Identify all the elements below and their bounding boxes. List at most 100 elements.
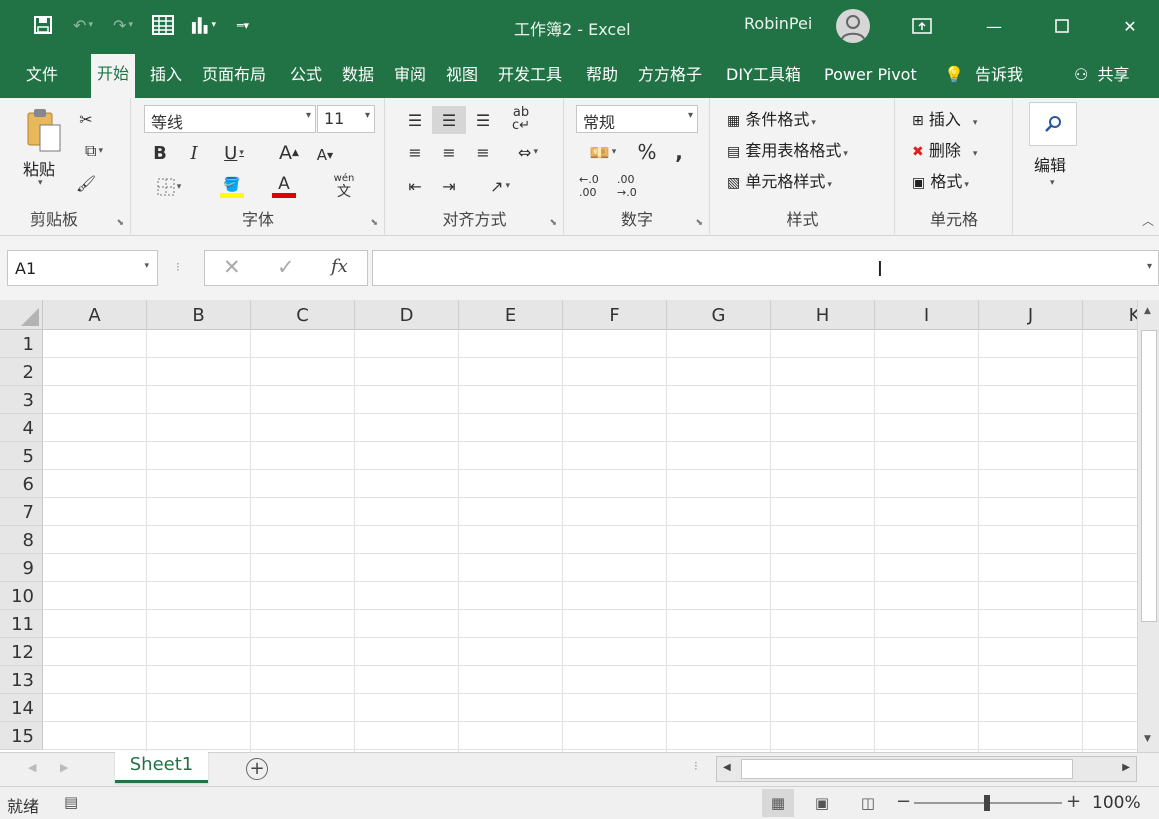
row-header[interactable]: 4 — [0, 414, 43, 442]
row-header[interactable]: 3 — [0, 386, 43, 414]
page-layout-view-icon[interactable]: ▣ — [806, 789, 838, 817]
tab-formulas[interactable]: 公式 — [284, 64, 328, 98]
redo-icon[interactable]: ↷ ▾ — [110, 12, 136, 38]
row-header[interactable]: 2 — [0, 358, 43, 386]
number-launcher-icon[interactable]: ⬊ — [695, 218, 703, 228]
add-sheet-icon[interactable]: + — [246, 758, 268, 780]
row-header[interactable]: 15 — [0, 722, 43, 750]
row-header[interactable]: 1 — [0, 330, 43, 358]
normal-view-icon[interactable]: ▦ — [762, 789, 794, 817]
align-right-icon[interactable]: ≡ — [468, 138, 498, 166]
macro-record-icon[interactable]: ▤ — [64, 793, 78, 811]
maximize-icon[interactable] — [1048, 12, 1076, 40]
align-bottom-icon[interactable]: ☰ — [468, 106, 498, 134]
column-header[interactable]: E — [459, 300, 563, 330]
horizontal-scroll-thumb[interactable] — [741, 759, 1073, 779]
search-icon[interactable] — [1029, 102, 1077, 146]
vertical-scroll-thumb[interactable] — [1141, 330, 1157, 622]
column-header[interactable]: A — [43, 300, 147, 330]
column-header[interactable]: B — [147, 300, 251, 330]
expand-formula-bar-icon[interactable]: ▾ — [1147, 261, 1152, 272]
share-button[interactable]: ⚇ 共享 — [1074, 64, 1129, 86]
bold-icon[interactable]: B — [148, 140, 172, 166]
font-launcher-icon[interactable]: ⬊ — [370, 218, 378, 228]
column-header[interactable]: G — [667, 300, 771, 330]
row-header[interactable]: 5 — [0, 442, 43, 470]
tab-page-layout[interactable]: 页面布局 — [196, 64, 272, 98]
scroll-sheets-left-icon[interactable]: ◀ — [28, 761, 36, 774]
decrease-decimal-button[interactable]: .00 →.0 — [617, 172, 651, 200]
minimize-icon[interactable]: — — [980, 12, 1008, 40]
horizontal-scrollbar[interactable]: ◀ ▶ — [716, 756, 1137, 782]
orientation-icon[interactable]: ↗ ▾ — [478, 172, 522, 200]
paste-dropdown-icon[interactable]: ▾ — [38, 178, 43, 188]
clipboard-launcher-icon[interactable]: ⬊ — [116, 218, 124, 228]
decrease-font-icon[interactable]: A ▼ — [312, 142, 338, 168]
column-header[interactable]: C — [251, 300, 355, 330]
user-name[interactable]: RobinPei — [744, 14, 812, 33]
vertical-scrollbar[interactable]: ▲ ▼ — [1137, 300, 1159, 752]
scroll-up-icon[interactable]: ▲ — [1144, 306, 1151, 316]
scroll-right-icon[interactable]: ▶ — [1122, 762, 1130, 773]
row-header[interactable]: 9 — [0, 554, 43, 582]
cut-icon[interactable]: ✂ — [72, 106, 100, 132]
align-center-icon[interactable]: ≡ — [434, 138, 464, 166]
merge-center-icon[interactable]: ⇔ ▾ — [504, 138, 552, 166]
cell-styles-button[interactable]: ▧ 单元格样式 ▾ — [727, 168, 832, 192]
row-header[interactable]: 6 — [0, 470, 43, 498]
zoom-out-icon[interactable]: − — [896, 791, 911, 812]
scroll-down-icon[interactable]: ▼ — [1144, 734, 1151, 744]
font-name-combo[interactable]: 等线 ▾ — [144, 105, 316, 133]
delete-cells-button[interactable]: ✖ 删除 ▾ — [912, 137, 977, 161]
zoom-in-icon[interactable]: + — [1066, 791, 1081, 812]
undo-icon[interactable]: ↶ ▾ — [70, 12, 96, 38]
editing-group[interactable]: 编辑 ▾ — [1014, 98, 1092, 234]
zoom-level[interactable]: 100% — [1092, 793, 1141, 813]
insert-cells-button[interactable]: ⊞ 插入 ▾ — [912, 106, 977, 130]
italic-icon[interactable]: I — [182, 140, 206, 166]
paste-icon[interactable] — [22, 106, 66, 154]
sheet-tab-sheet1[interactable]: Sheet1 — [115, 751, 208, 783]
row-header[interactable]: 11 — [0, 610, 43, 638]
collapse-ribbon-icon[interactable]: ︿ — [1140, 212, 1156, 228]
worksheet-grid[interactable]: ABCDEFGHIJK 1 2 3 4 5 6 7 8 9 10 11 12 13 14 15 ▲ ▼ — [0, 300, 1159, 752]
avatar[interactable] — [836, 9, 870, 43]
align-top-icon[interactable]: ☰ — [400, 106, 430, 134]
tab-data[interactable]: 数据 — [336, 64, 380, 98]
row-header[interactable]: 13 — [0, 666, 43, 694]
comma-style-button[interactable]: , — [667, 138, 691, 166]
font-size-combo[interactable]: 11 ▾ — [317, 105, 375, 133]
number-format-combo[interactable]: 常规 ▾ — [576, 105, 698, 133]
decrease-indent-icon[interactable]: ⇤ — [400, 172, 430, 200]
increase-indent-icon[interactable]: ⇥ — [434, 172, 464, 200]
tab-fangfang[interactable]: 方方格子 — [632, 64, 708, 98]
column-header[interactable]: I — [875, 300, 979, 330]
tab-insert[interactable]: 插入 — [144, 64, 188, 98]
name-box[interactable]: A1 ▾ — [7, 250, 158, 286]
ribbon-display-icon[interactable] — [908, 12, 936, 40]
paste-label[interactable]: 粘贴 — [23, 156, 55, 180]
phonetic-guide-icon[interactable]: wén 文 — [322, 172, 366, 202]
cancel-icon[interactable]: ✕ — [223, 255, 241, 279]
close-icon[interactable]: ✕ — [1116, 12, 1144, 40]
alignment-launcher-icon[interactable]: ⬊ — [549, 218, 557, 228]
tab-view[interactable]: 视图 — [440, 64, 484, 98]
copy-icon[interactable]: ⧉ ▾ — [72, 138, 116, 164]
tab-help[interactable]: 帮助 — [580, 64, 624, 98]
font-color-icon[interactable]: A — [260, 172, 308, 202]
zoom-slider-thumb[interactable] — [984, 795, 990, 811]
percent-style-button[interactable]: % — [633, 138, 661, 166]
insert-function-button[interactable]: fx — [331, 256, 348, 277]
increase-decimal-button[interactable]: ←.0 .00 — [579, 172, 613, 200]
row-header[interactable]: 10 — [0, 582, 43, 610]
column-header[interactable]: H — [771, 300, 875, 330]
tab-file[interactable]: 文件 — [20, 64, 64, 98]
row-header[interactable]: 7 — [0, 498, 43, 526]
save-icon[interactable] — [30, 12, 56, 38]
scroll-left-icon[interactable]: ◀ — [723, 762, 731, 773]
page-break-view-icon[interactable]: ◫ — [852, 789, 884, 817]
customize-icon[interactable]: ═▾ — [230, 12, 256, 38]
row-header[interactable]: 8 — [0, 526, 43, 554]
increase-font-icon[interactable]: A ▲ — [276, 140, 302, 166]
tab-diy-toolbox[interactable]: DIY工具箱 — [720, 64, 807, 98]
